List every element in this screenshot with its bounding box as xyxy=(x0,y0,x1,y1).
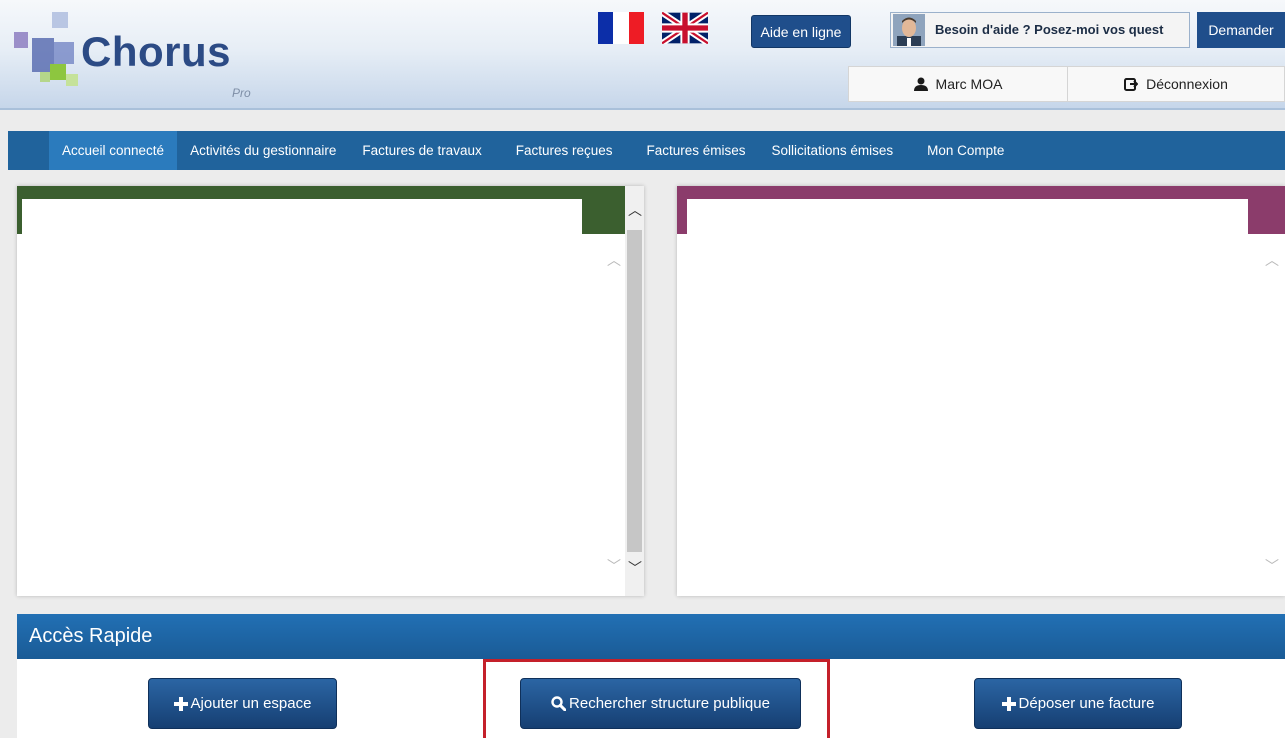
main-nav: Accueil connecté Activités du gestionnai… xyxy=(8,131,1285,170)
chevron-up-icon[interactable]: ︿ xyxy=(607,250,621,270)
chevron-down-icon[interactable]: ﹀ xyxy=(1265,556,1279,576)
chat-prompt-text: Besoin d'aide ? Posez-moi vos quest xyxy=(935,22,1164,37)
deposer-facture-button[interactable]: Déposer une facture xyxy=(974,678,1182,729)
right-panel-content xyxy=(687,199,1248,259)
nav-item-factures-travaux[interactable]: Factures de travaux xyxy=(349,131,494,170)
header: Chorus Pro Aide en ligne Besoin d'aide ?… xyxy=(0,0,1285,110)
left-panel-content xyxy=(22,199,582,259)
chorus-logo[interactable]: Chorus Pro xyxy=(10,8,280,108)
plus-icon xyxy=(1001,696,1016,711)
nav-item-activites[interactable]: Activités du gestionnaire xyxy=(177,131,349,170)
right-widget-panel: ︿ ﹀ xyxy=(677,186,1285,596)
nav-item-factures-emises[interactable]: Factures émises xyxy=(634,131,759,170)
nav-item-factures-recues[interactable]: Factures reçues xyxy=(503,131,626,170)
nav-item-sollicitations[interactable]: Sollicitations émises xyxy=(759,131,907,170)
left-panel-scrollbar[interactable]: ︿ ﹀ xyxy=(625,186,644,596)
chevron-down-icon[interactable]: ﹀ xyxy=(607,556,621,576)
demander-button[interactable]: Demander xyxy=(1197,12,1285,48)
logo-text: Chorus xyxy=(81,28,231,75)
scrollbar-thumb[interactable] xyxy=(627,230,642,552)
uk-flag-icon[interactable] xyxy=(660,10,710,46)
chat-help-box[interactable]: Besoin d'aide ? Posez-moi vos quest xyxy=(890,12,1190,48)
logo-subtitle: Pro xyxy=(232,86,251,100)
logo-squares-icon xyxy=(14,12,78,86)
logout-icon xyxy=(1124,78,1139,91)
logout-link[interactable]: Déconnexion xyxy=(1068,67,1284,101)
nav-item-accueil[interactable]: Accueil connecté xyxy=(49,131,178,170)
left-widget-panel: ︿ ﹀ ︿ ﹀ xyxy=(17,186,644,596)
scroll-down-arrow-icon[interactable]: ﹀ xyxy=(628,558,642,578)
scroll-up-arrow-icon[interactable]: ︿ xyxy=(628,200,642,220)
ajouter-espace-button[interactable]: Ajouter un espace xyxy=(148,678,337,729)
nav-item-mon-compte[interactable]: Mon Compte xyxy=(914,131,1017,170)
user-name: Marc MOA xyxy=(935,76,1003,92)
chevron-up-icon[interactable]: ︿ xyxy=(1265,250,1279,270)
assistant-avatar xyxy=(893,14,925,46)
user-account-link[interactable]: Marc MOA xyxy=(849,67,1068,101)
user-icon xyxy=(913,77,928,91)
plus-icon xyxy=(173,696,188,711)
french-flag-icon[interactable] xyxy=(598,12,644,44)
logout-label: Déconnexion xyxy=(1146,76,1228,92)
ajouter-espace-label: Ajouter un espace xyxy=(190,695,312,712)
user-bar: Marc MOA Déconnexion xyxy=(848,66,1285,102)
aide-en-ligne-button[interactable]: Aide en ligne xyxy=(751,15,851,48)
acces-rapide-title: Accès Rapide xyxy=(17,614,1285,659)
deposer-facture-label: Déposer une facture xyxy=(1018,695,1155,712)
highlight-box xyxy=(483,659,830,738)
